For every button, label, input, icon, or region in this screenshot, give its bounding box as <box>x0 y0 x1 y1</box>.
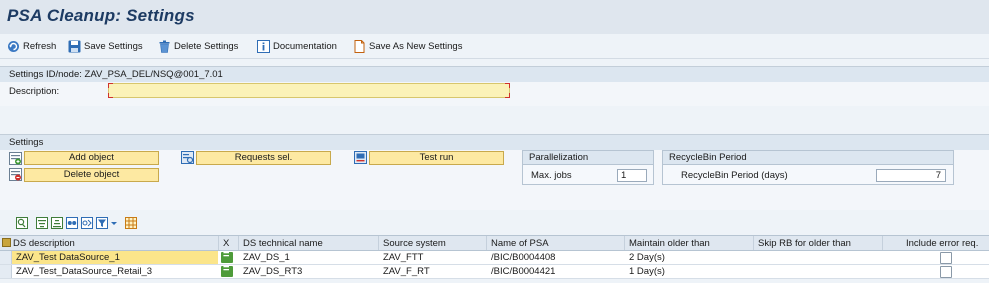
recyclebin-period-input[interactable]: 7 <box>876 169 946 182</box>
include-error-checkbox[interactable] <box>940 266 952 278</box>
cell-name-of-psa: /BIC/B0004408 <box>491 252 556 263</box>
column-separator <box>882 236 883 250</box>
save-as-new-settings-button[interactable]: Save As New Settings <box>353 38 462 54</box>
col-ds-technical-name[interactable]: DS technical name <box>243 238 323 249</box>
delete-settings-button[interactable]: Delete Settings <box>158 38 238 54</box>
application-toolbar: Refresh Save Settings Delete Settings Do… <box>0 34 989 59</box>
col-maintain-older-than[interactable]: Maintain older than <box>629 238 710 249</box>
cell-name-of-psa: /BIC/B0004421 <box>491 266 556 277</box>
table-row[interactable]: ZAV_Test_DataSource_Retail_3 ZAV_DS_RT3 … <box>0 263 989 279</box>
find-next-icon[interactable] <box>81 217 93 229</box>
include-error-checkbox[interactable] <box>940 252 952 264</box>
refresh-icon <box>8 40 19 52</box>
col-source-system[interactable]: Source system <box>383 238 446 249</box>
cell-source-system: ZAV_F_RT <box>383 266 430 277</box>
col-skip-rb[interactable]: Skip RB for older than <box>758 238 851 249</box>
grid-header: DS description X DS technical name Sourc… <box>0 235 989 251</box>
column-separator <box>486 236 487 250</box>
layout-grid-icon[interactable] <box>125 217 137 229</box>
sort-ascending-icon[interactable] <box>36 217 48 229</box>
new-document-icon <box>354 39 365 53</box>
page-title: PSA Cleanup: Settings <box>7 6 195 25</box>
recyclebin-header: RecycleBin Period <box>663 151 953 165</box>
column-separator <box>624 236 625 250</box>
select-all-icon[interactable] <box>2 238 11 247</box>
test-run-icon <box>354 151 367 164</box>
parallelization-group: Parallelization Max. jobs 1 <box>522 150 654 185</box>
sort-descending-icon[interactable] <box>51 217 63 229</box>
max-jobs-label: Max. jobs <box>531 170 572 181</box>
required-marker <box>108 83 113 88</box>
settings-header-text: Settings <box>9 137 44 148</box>
cell-ds-technical-name: ZAV_DS_RT3 <box>243 266 303 277</box>
cell-maintain-older-than: 1 Day(s) <box>629 266 665 277</box>
settings-header: Settings <box>0 134 989 151</box>
find-icon[interactable] <box>66 217 78 229</box>
required-marker <box>505 83 510 88</box>
filter-icon[interactable] <box>96 217 108 229</box>
column-separator <box>218 236 219 250</box>
add-row-icon <box>9 152 22 165</box>
cell-ds-description: ZAV_Test_DataSource_Retail_3 <box>16 266 153 277</box>
recyclebin-period-label: RecycleBin Period (days) <box>681 170 788 181</box>
refresh-label: Refresh <box>23 40 57 52</box>
test-run-button[interactable]: Test run <box>369 151 504 165</box>
refresh-button[interactable]: Refresh <box>7 38 56 54</box>
requests-selection-button[interactable]: Requests sel. <box>196 151 331 165</box>
max-jobs-input[interactable]: 1 <box>617 169 647 182</box>
parallelization-title: Parallelization <box>529 152 589 163</box>
description-label: Description: <box>9 86 60 97</box>
save-as-new-settings-label: Save As New Settings <box>369 40 463 52</box>
trash-icon <box>159 40 170 53</box>
parallelization-header: Parallelization <box>523 151 653 165</box>
column-separator <box>753 236 754 250</box>
save-settings-button[interactable]: Save Settings <box>68 38 143 54</box>
settings-id-header: Settings ID/node: ZAV_PSA_DEL/NSQ@001_7.… <box>0 66 989 83</box>
delete-settings-label: Delete Settings <box>174 40 239 52</box>
cell-ds-description: ZAV_Test DataSource_1 <box>16 252 120 263</box>
documentation-label: Documentation <box>273 40 337 52</box>
column-separator <box>378 236 379 250</box>
col-name-of-psa[interactable]: Name of PSA <box>491 238 549 249</box>
grid-toolbar <box>0 214 989 232</box>
info-icon <box>257 39 270 53</box>
row-selector[interactable] <box>0 251 12 264</box>
delete-object-button[interactable]: Delete object <box>24 168 159 182</box>
documentation-button[interactable]: Documentation <box>257 38 337 54</box>
required-marker <box>108 93 113 98</box>
add-object-button[interactable]: Add object <box>24 151 159 165</box>
status-icon <box>221 263 233 277</box>
recyclebin-title: RecycleBin Period <box>669 152 747 163</box>
status-icon <box>221 249 233 263</box>
delete-row-icon <box>9 168 22 181</box>
required-marker <box>505 93 510 98</box>
requests-icon <box>181 151 194 164</box>
row-selector[interactable] <box>0 265 12 278</box>
col-x[interactable]: X <box>223 238 229 249</box>
table-row[interactable]: ZAV_Test DataSource_1 ZAV_DS_1 ZAV_FTT /… <box>0 249 989 265</box>
recyclebin-group: RecycleBin Period RecycleBin Period (day… <box>662 150 954 185</box>
cell-ds-technical-name: ZAV_DS_1 <box>243 252 290 263</box>
save-icon <box>68 40 81 52</box>
filter-dropdown-icon[interactable] <box>110 217 118 229</box>
column-separator <box>238 236 239 250</box>
cell-source-system: ZAV_FTT <box>383 252 424 263</box>
save-settings-label: Save Settings <box>84 40 143 52</box>
details-icon[interactable] <box>16 217 28 229</box>
settings-id-text: Settings ID/node: ZAV_PSA_DEL/NSQ@001_7.… <box>9 69 223 80</box>
cell-maintain-older-than: 2 Day(s) <box>629 252 665 263</box>
description-input[interactable] <box>108 83 510 98</box>
col-ds-description[interactable]: DS description <box>13 238 75 249</box>
col-include-error-req[interactable]: Include error req. <box>906 238 978 249</box>
